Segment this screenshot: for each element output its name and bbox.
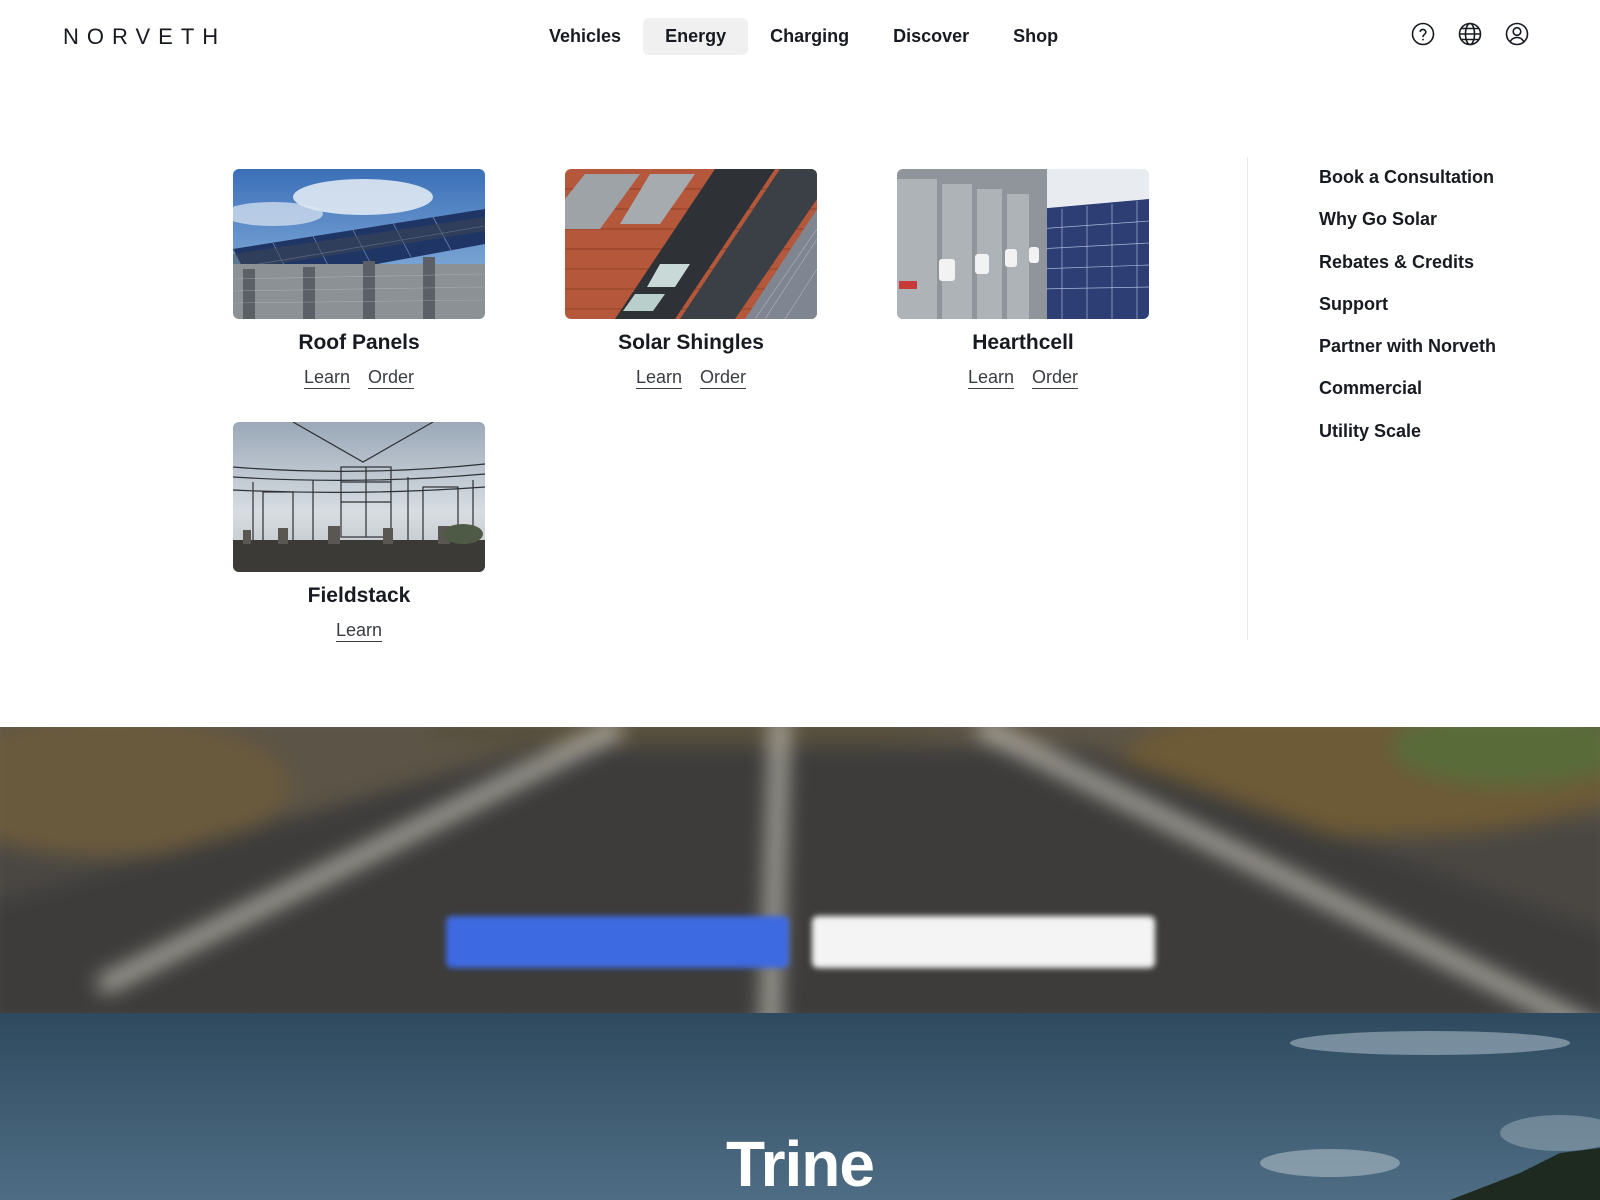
side-link-partner[interactable]: Partner with Norveth	[1319, 335, 1496, 377]
side-link-utility-scale[interactable]: Utility Scale	[1319, 420, 1496, 462]
order-link[interactable]: Order	[1032, 367, 1078, 388]
globe-icon[interactable]	[1458, 22, 1482, 46]
nav-shop[interactable]: Shop	[991, 18, 1080, 55]
product-links: Learn Order	[565, 367, 817, 388]
product-card-roof-panels: Roof Panels Learn Order	[233, 169, 485, 388]
side-link-rebates-credits[interactable]: Rebates & Credits	[1319, 251, 1496, 293]
road-background-image	[0, 727, 1600, 1013]
learn-link[interactable]: Learn	[336, 620, 382, 641]
roof-panels-image[interactable]	[233, 169, 485, 319]
nav-vehicles[interactable]: Vehicles	[527, 18, 643, 55]
energy-mega-menu: Roof Panels Learn Order Solar Shingles L…	[0, 72, 1600, 727]
learn-link[interactable]: Learn	[304, 367, 350, 388]
side-link-why-go-solar[interactable]: Why Go Solar	[1319, 208, 1496, 250]
product-card-solar-shingles: Solar Shingles Learn Order	[565, 169, 817, 388]
brand-logo[interactable]: NORVETH	[63, 24, 226, 50]
main-nav: Vehicles Energy Charging Discover Shop	[527, 18, 1080, 55]
product-title: Roof Panels	[298, 331, 420, 354]
product-links: Learn Order	[897, 367, 1149, 388]
account-icon[interactable]	[1505, 22, 1529, 46]
product-card-fieldstack: Fieldstack Learn	[233, 422, 485, 641]
side-link-commercial[interactable]: Commercial	[1319, 377, 1496, 419]
nav-discover[interactable]: Discover	[871, 18, 991, 55]
order-link[interactable]: Order	[700, 367, 746, 388]
site-header: NORVETH Vehicles Energy Charging Discove…	[0, 0, 1600, 72]
side-link-book-consultation[interactable]: Book a Consultation	[1319, 166, 1496, 208]
energy-side-links: Book a Consultation Why Go Solar Rebates…	[1319, 166, 1496, 462]
nav-charging[interactable]: Charging	[748, 18, 871, 55]
hero-secondary-button[interactable]	[812, 916, 1155, 968]
product-links: Learn	[233, 620, 485, 641]
nav-energy[interactable]: Energy	[643, 18, 749, 55]
help-icon[interactable]	[1411, 22, 1435, 46]
hearthcell-image[interactable]	[897, 169, 1149, 319]
trine-section: Trine	[0, 1013, 1600, 1200]
fieldstack-image[interactable]	[233, 422, 485, 572]
order-link[interactable]: Order	[368, 367, 414, 388]
learn-link[interactable]: Learn	[636, 367, 682, 388]
menu-divider	[1247, 157, 1248, 640]
hero-primary-button[interactable]	[446, 916, 789, 968]
solar-shingles-image[interactable]	[565, 169, 817, 319]
product-title: Fieldstack	[307, 584, 411, 607]
product-title: Solar Shingles	[618, 331, 764, 354]
learn-link[interactable]: Learn	[968, 367, 1014, 388]
product-title: Hearthcell	[972, 331, 1074, 354]
blurred-hero-section	[0, 727, 1600, 1013]
section-title: Trine	[726, 1128, 875, 1200]
product-card-hearthcell: Hearthcell Learn Order	[897, 169, 1149, 388]
utility-icons	[1411, 22, 1529, 46]
product-links: Learn Order	[233, 367, 485, 388]
side-link-support[interactable]: Support	[1319, 293, 1496, 335]
